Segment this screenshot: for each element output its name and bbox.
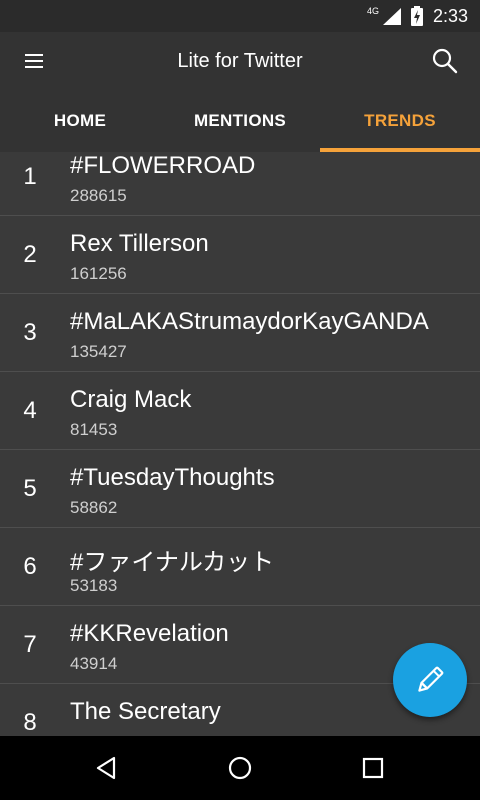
menu-button[interactable] — [0, 32, 70, 90]
compose-button[interactable] — [393, 643, 467, 717]
trend-rank: 2 — [23, 241, 37, 268]
trend-row[interactable]: 6 #ファイナルカット 53183 — [0, 528, 480, 606]
trend-count: 43914 — [70, 654, 118, 673]
network-type: 4G — [366, 6, 379, 16]
trend-row[interactable]: 1 #FLOWERROAD 288615 — [0, 152, 480, 216]
status-bar: 4G 2:33 — [0, 0, 480, 32]
trend-rank: 7 — [23, 631, 37, 658]
trend-rank: 4 — [23, 397, 37, 424]
trend-count: 81453 — [70, 420, 118, 439]
trend-name: #ファイナルカット — [70, 549, 275, 576]
tab-trends[interactable]: TRENDS — [320, 90, 480, 152]
trend-rank: 5 — [23, 475, 37, 502]
trends-list[interactable]: 1 #FLOWERROAD 288615 2 Rex Tillerson 161… — [0, 152, 480, 736]
trend-row[interactable]: 3 #MaLAKAStrumaydorKayGANDA 135427 — [0, 294, 480, 372]
trend-name: Rex Tillerson — [70, 230, 209, 257]
home-icon — [228, 756, 252, 780]
pencil-icon — [418, 666, 444, 692]
home-button[interactable] — [210, 736, 270, 800]
trend-count: 135427 — [70, 342, 127, 361]
signal-icon — [382, 8, 401, 25]
back-button[interactable] — [77, 736, 137, 800]
recents-button[interactable] — [343, 736, 403, 800]
search-icon — [432, 48, 458, 74]
trend-name: #FLOWERROAD — [70, 152, 256, 179]
trend-rank: 1 — [23, 163, 37, 190]
trend-name: #KKRevelation — [70, 620, 229, 647]
recents-icon — [363, 757, 384, 779]
trend-rank: 8 — [23, 709, 37, 736]
status-time: 2:33 — [432, 5, 468, 26]
app-title: Lite for Twitter — [177, 49, 303, 72]
trend-count: 58862 — [70, 498, 118, 517]
trend-name: #TuesdayThoughts — [70, 464, 275, 491]
trend-count: 53183 — [70, 576, 118, 595]
battery-charging-icon — [410, 6, 423, 26]
tab-bar: HOME MENTIONS TRENDS — [0, 90, 480, 152]
search-button[interactable] — [410, 32, 480, 90]
app-bar: Lite for Twitter — [0, 32, 480, 90]
tab-mentions[interactable]: MENTIONS — [160, 90, 320, 152]
tab-home[interactable]: HOME — [0, 90, 160, 152]
trend-name: The Secretary — [70, 698, 221, 725]
trend-count: 161256 — [70, 264, 127, 283]
trend-name: Craig Mack — [70, 386, 192, 413]
back-icon — [96, 756, 115, 780]
trend-row[interactable]: 2 Rex Tillerson 161256 — [0, 216, 480, 294]
menu-icon — [25, 54, 43, 68]
trend-row[interactable]: 4 Craig Mack 81453 — [0, 372, 480, 450]
navigation-bar — [0, 736, 480, 800]
trend-count: 288615 — [70, 186, 127, 205]
trend-rank: 6 — [23, 553, 37, 580]
trend-rank: 3 — [23, 319, 37, 346]
trend-row[interactable]: 5 #TuesdayThoughts 58862 — [0, 450, 480, 528]
trend-name: #MaLAKAStrumaydorKayGANDA — [70, 308, 429, 335]
